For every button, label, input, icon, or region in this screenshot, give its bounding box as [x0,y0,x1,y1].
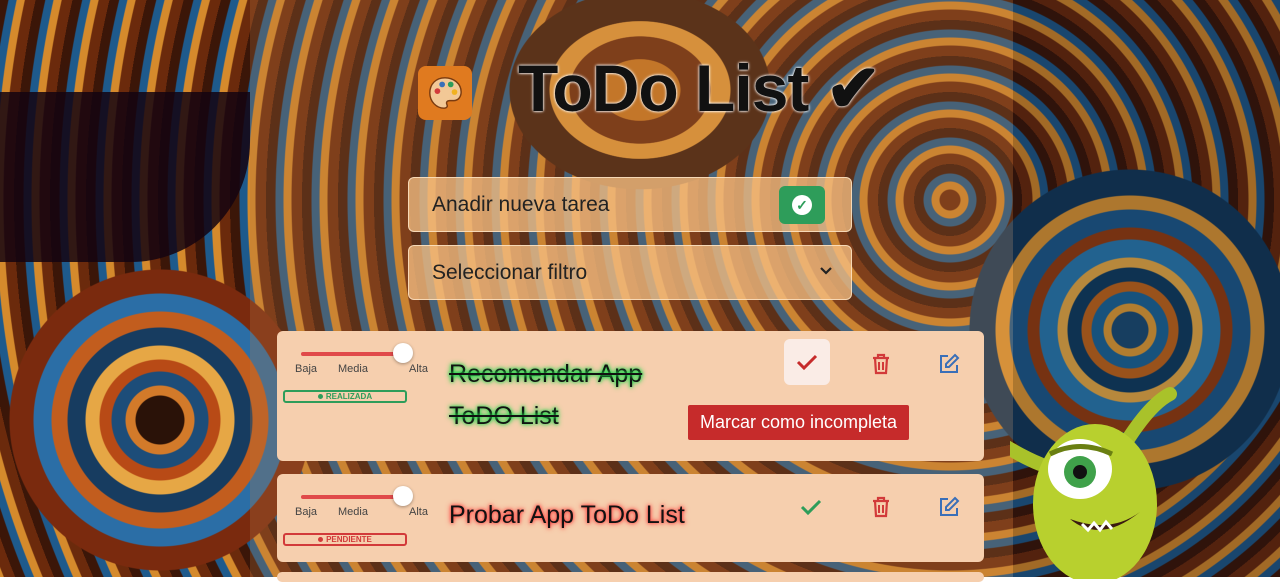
priority-track [301,495,403,499]
edit-icon [940,496,960,516]
priority-knob[interactable] [393,486,413,506]
priority-medium-label: Media [338,506,368,518]
priority-high-label: Alta [409,363,428,375]
check-icon [800,499,822,516]
filter-placeholder: Seleccionar filtro [432,260,588,284]
edit-button[interactable] [926,484,972,530]
page-title: ToDo List ✔ [518,51,881,125]
check-circle-icon: ✓ [792,195,812,215]
priority-knob[interactable] [393,343,413,363]
tooltip: Marcar como incompleta [688,405,910,440]
priority-medium-label: Media [338,363,368,375]
toggle-complete-button[interactable] [788,484,834,530]
status-dot-icon [318,537,324,542]
task-card: Baja Media Alta PENDIENTE Probar App ToD… [277,474,984,562]
priority-low-label: Baja [295,363,318,375]
filter-select[interactable]: Seleccionar filtro [408,245,852,300]
add-task-button[interactable]: ✓ [779,186,825,224]
delete-button[interactable] [858,341,904,387]
task-title: Recomendar App ToDO List [449,360,643,430]
task-title: Probar App ToDo List [449,501,685,529]
edit-icon [940,353,960,373]
status-dot-icon [317,394,323,399]
new-task-input[interactable]: Anadir nueva tarea ✓ [408,177,852,232]
status-badge: PENDIENTE [283,533,407,546]
priority-high-label: Alta [409,506,428,518]
priority-low-label: Baja [295,506,318,518]
new-task-placeholder: Anadir nueva tarea [432,192,610,216]
priority-track [301,352,403,356]
chevron-down-icon [819,260,833,281]
status-badge-label: REALIZADA [325,392,373,401]
palette-icon [418,66,472,120]
delete-button[interactable] [858,484,904,530]
trash-icon [873,496,889,518]
status-badge: REALIZADA [283,390,407,403]
task-card [277,572,984,582]
monster-mascot [1010,387,1177,579]
task-card: Baja Media Alta REALIZADA Recomendar App… [277,331,984,461]
edit-button[interactable] [926,341,972,387]
trash-icon [873,353,889,375]
check-icon [796,354,818,371]
status-badge-label: PENDIENTE [326,535,372,544]
toggle-complete-button[interactable] [784,339,830,385]
